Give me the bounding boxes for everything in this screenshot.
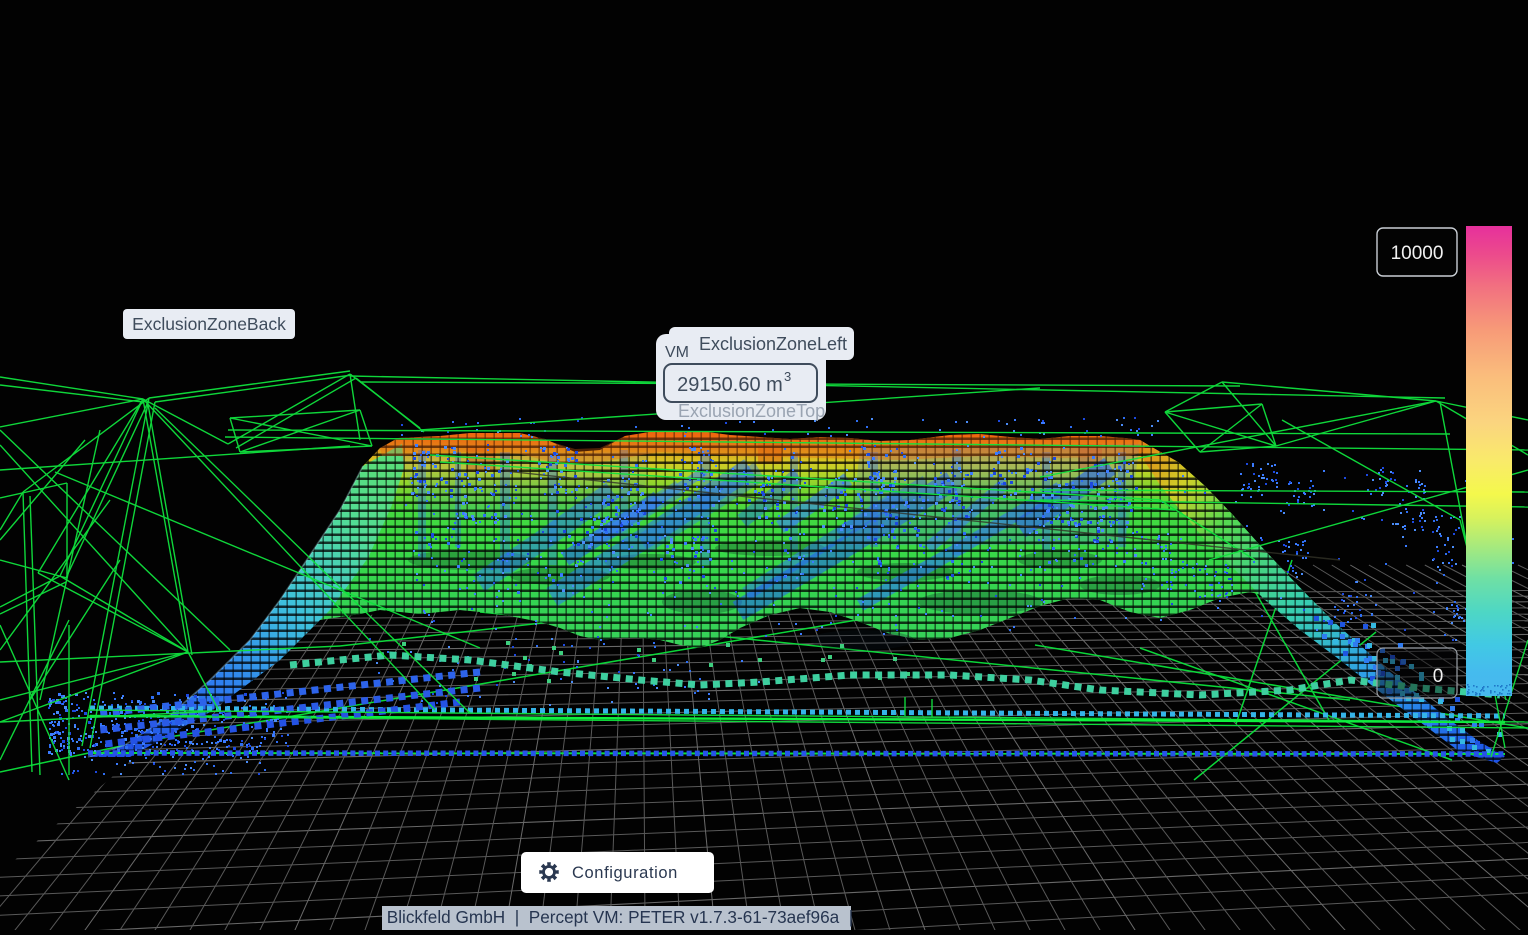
svg-text:ExclusionZoneLeft: ExclusionZoneLeft bbox=[699, 334, 847, 354]
svg-text:Configuration: Configuration bbox=[572, 864, 678, 882]
svg-text:0: 0 bbox=[1433, 666, 1444, 687]
svg-text:ExclusionZoneTop: ExclusionZoneTop bbox=[678, 401, 825, 421]
svg-text:3: 3 bbox=[784, 369, 791, 384]
svg-text:29150.60 m: 29150.60 m bbox=[677, 374, 783, 396]
svg-text:10000: 10000 bbox=[1391, 243, 1444, 264]
svg-text:ExclusionZoneBack: ExclusionZoneBack bbox=[132, 314, 286, 334]
svg-text:VM: VM bbox=[665, 344, 689, 361]
svg-text:Blickfeld GmbH | Percept VM:: Blickfeld GmbH | Percept VM: PETER v1.7.… bbox=[387, 907, 854, 927]
